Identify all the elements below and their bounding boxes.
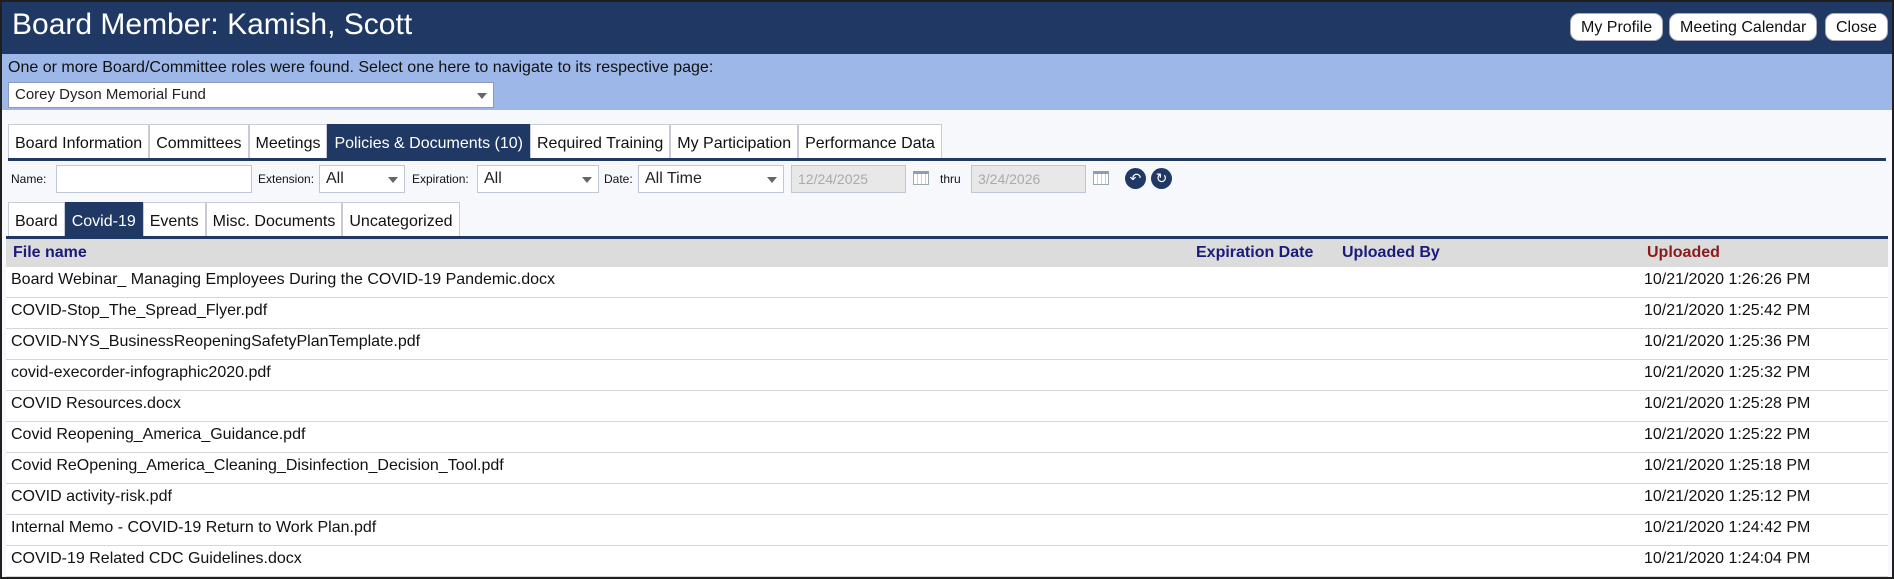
tab-board-information[interactable]: Board Information <box>8 124 150 158</box>
expiration-filter-value: All <box>484 170 502 187</box>
tab-committees[interactable]: Committees <box>149 124 249 158</box>
uploaded-cell: 10/21/2020 1:25:28 PM <box>1644 395 1811 412</box>
thru-label: thru <box>940 172 961 186</box>
date-filter-label: Date: <box>604 172 633 186</box>
table-header: File name Expiration Date Uploaded By Up… <box>6 239 1888 267</box>
expiration-filter-select[interactable]: All <box>477 165 599 193</box>
table-row[interactable]: COVID-NYS_BusinessReopeningSafetyPlanTem… <box>6 329 1888 360</box>
file-name-cell[interactable]: Covid ReOpening_America_Cleaning_Disinfe… <box>11 457 504 475</box>
refresh-icon[interactable]: ↻ <box>1151 168 1172 189</box>
subtab-events[interactable]: Events <box>142 202 206 236</box>
file-name-cell[interactable]: Board Webinar_ Managing Employees During… <box>11 271 555 289</box>
tab-my-participation[interactable]: My Participation <box>670 124 799 158</box>
uploaded-cell: 10/21/2020 1:25:18 PM <box>1644 457 1811 474</box>
board-member-window: Board Member: Kamish, Scott My Profile M… <box>0 0 1894 579</box>
chevron-down-icon <box>582 177 592 183</box>
table-row[interactable]: Internal Memo - COVID-19 Return to Work … <box>6 515 1888 546</box>
chevron-down-icon <box>388 177 398 183</box>
file-name-cell[interactable]: COVID-19 Related CDC Guidelines.docx <box>11 550 302 568</box>
column-header-uploaded[interactable]: Uploaded <box>1647 244 1720 262</box>
tab-meetings[interactable]: Meetings <box>248 124 328 158</box>
tabs-divider <box>8 158 1886 161</box>
category-tabs: Board Covid-19 Events Misc. Documents Un… <box>8 202 460 236</box>
name-filter-input[interactable] <box>56 165 252 193</box>
extension-filter-select[interactable]: All <box>319 165 405 193</box>
tab-policies-documents[interactable]: Policies & Documents (10) <box>327 124 530 158</box>
table-row[interactable]: Covid Reopening_America_Guidance.pdf 10/2… <box>6 422 1888 453</box>
file-name-cell[interactable]: Covid Reopening_America_Guidance.pdf <box>11 426 305 444</box>
file-name-cell[interactable]: Internal Memo - COVID-19 Return to Work … <box>11 519 376 537</box>
tab-performance-data[interactable]: Performance Data <box>798 124 942 158</box>
calendar-icon[interactable] <box>913 171 929 185</box>
column-header-file-name[interactable]: File name <box>13 244 87 262</box>
table-body: Board Webinar_ Managing Employees During… <box>6 267 1888 577</box>
documents-table: File name Expiration Date Uploaded By Up… <box>6 239 1888 577</box>
column-header-expiration-date[interactable]: Expiration Date <box>1196 244 1313 262</box>
role-dropdown-value: Corey Dyson Memorial Fund <box>15 86 206 103</box>
table-row[interactable]: COVID-19 Related CDC Guidelines.docx 10/2… <box>6 546 1888 577</box>
uploaded-cell: 10/21/2020 1:26:26 PM <box>1644 271 1811 288</box>
column-header-uploaded-by[interactable]: Uploaded By <box>1342 244 1440 262</box>
uploaded-cell: 10/21/2020 1:25:36 PM <box>1644 333 1811 350</box>
table-row[interactable]: Covid ReOpening_America_Cleaning_Disinfe… <box>6 453 1888 484</box>
chevron-down-icon <box>767 177 777 183</box>
page-title: Board Member: Kamish, Scott <box>12 8 413 41</box>
uploaded-cell: 10/21/2020 1:25:42 PM <box>1644 302 1811 319</box>
file-name-cell[interactable]: COVID Resources.docx <box>11 395 181 413</box>
my-profile-button[interactable]: My Profile <box>1570 13 1664 41</box>
expiration-filter-label: Expiration: <box>412 172 469 186</box>
role-dropdown[interactable]: Corey Dyson Memorial Fund <box>8 82 494 108</box>
chevron-down-icon <box>477 93 487 99</box>
subtab-board[interactable]: Board <box>8 202 65 236</box>
calendar-icon[interactable] <box>1093 171 1109 185</box>
date-filter-value: All Time <box>645 170 702 187</box>
date-filter-select[interactable]: All Time <box>638 165 784 193</box>
subtab-uncategorized[interactable]: Uncategorized <box>342 202 460 236</box>
file-name-cell[interactable]: covid-execorder-infographic2020.pdf <box>11 364 271 382</box>
uploaded-cell: 10/21/2020 1:24:04 PM <box>1644 550 1811 567</box>
file-name-cell[interactable]: COVID-NYS_BusinessReopeningSafetyPlanTem… <box>11 333 420 351</box>
uploaded-cell: 10/21/2020 1:25:22 PM <box>1644 426 1811 443</box>
subtab-misc-documents[interactable]: Misc. Documents <box>205 202 343 236</box>
to-date-input[interactable]: 3/24/2026 <box>971 165 1086 193</box>
table-row[interactable]: Board Webinar_ Managing Employees During… <box>6 267 1888 298</box>
table-row[interactable]: COVID-Stop_The_Spread_Flyer.pdf 10/21/202… <box>6 298 1888 329</box>
role-selection-bar: One or more Board/Committee roles were f… <box>2 54 1892 110</box>
uploaded-cell: 10/21/2020 1:25:32 PM <box>1644 364 1811 381</box>
filter-row: Name: Extension: All Expiration: All Dat… <box>2 164 1892 196</box>
file-name-cell[interactable]: COVID activity-risk.pdf <box>11 488 172 506</box>
uploaded-cell: 10/21/2020 1:24:42 PM <box>1644 519 1811 536</box>
tab-required-training[interactable]: Required Training <box>529 124 671 158</box>
name-filter-label: Name: <box>11 172 47 186</box>
subtab-covid-19[interactable]: Covid-19 <box>64 202 143 236</box>
table-row[interactable]: COVID activity-risk.pdf 10/21/2020 1:25:1… <box>6 484 1888 515</box>
meeting-calendar-button[interactable]: Meeting Calendar <box>1669 13 1818 41</box>
undo-icon[interactable]: ↶ <box>1125 168 1146 189</box>
file-name-cell[interactable]: COVID-Stop_The_Spread_Flyer.pdf <box>11 302 267 320</box>
main-tabs: Board Information Committees Meetings Po… <box>8 124 942 158</box>
extension-filter-label: Extension: <box>258 172 315 186</box>
table-row[interactable]: COVID Resources.docx 10/21/2020 1:25:28 P… <box>6 391 1888 422</box>
extension-filter-value: All <box>326 170 344 187</box>
close-button[interactable]: Close <box>1825 13 1888 41</box>
role-message: One or more Board/Committee roles were f… <box>8 59 714 76</box>
header-bar: Board Member: Kamish, Scott My Profile M… <box>2 2 1892 54</box>
uploaded-cell: 10/21/2020 1:25:12 PM <box>1644 488 1811 505</box>
table-row[interactable]: covid-execorder-infographic2020.pdf 10/21… <box>6 360 1888 391</box>
from-date-input[interactable]: 12/24/2025 <box>791 165 906 193</box>
